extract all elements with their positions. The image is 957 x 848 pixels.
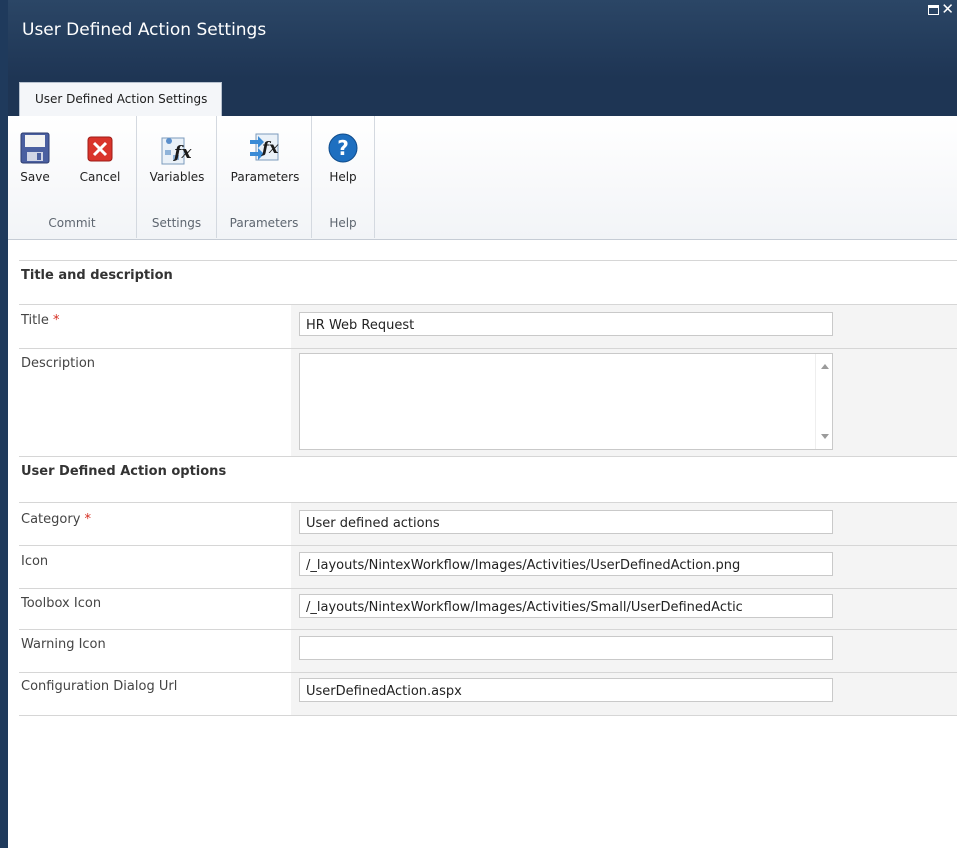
ribbon-group-label-help: Help <box>329 216 357 230</box>
save-button[interactable]: Save <box>16 130 54 184</box>
dialog-title: User Defined Action Settings <box>22 20 267 40</box>
ribbon: Save Cancel Commit fx Variables Settings… <box>8 116 957 240</box>
divider <box>19 715 957 716</box>
help-label: Help <box>329 170 357 184</box>
icon-label: Icon <box>21 554 49 569</box>
cancel-button[interactable]: Cancel <box>74 130 126 184</box>
ribbon-group-label-settings: Settings <box>151 216 202 230</box>
icon-input[interactable] <box>299 552 833 576</box>
section-title-description: Title and description <box>21 268 173 283</box>
section-title-options: User Defined Action options <box>21 464 227 479</box>
ribbon-group-settings: fx Variables Settings <box>137 116 217 238</box>
config-dialog-url-label: Configuration Dialog Url <box>21 679 178 694</box>
config-dialog-url-input[interactable] <box>299 678 833 702</box>
title-input[interactable] <box>299 312 833 336</box>
scroll-down-icon[interactable] <box>821 434 829 439</box>
ribbon-group-commit: Save Cancel Commit <box>8 116 137 238</box>
variables-button[interactable]: fx Variables <box>143 130 211 184</box>
close-icon[interactable]: ✕ <box>941 2 954 17</box>
ribbon-tab-bar: User Defined Action Settings <box>8 78 957 116</box>
variables-fx-icon: fx <box>160 130 194 166</box>
category-label: Category * <box>21 512 92 527</box>
scroll-up-icon[interactable] <box>821 364 829 369</box>
tab-user-defined-action-settings[interactable]: User Defined Action Settings <box>19 82 223 116</box>
description-label: Description <box>21 356 96 371</box>
dialog-titlebar: User Defined Action Settings <box>8 0 957 78</box>
window-left-border <box>0 0 8 848</box>
warning-icon-label: Warning Icon <box>21 637 106 652</box>
floppy-disk-icon <box>18 130 52 166</box>
ribbon-group-label-commit: Commit <box>48 216 96 230</box>
parameters-button[interactable]: fx Parameters <box>227 130 303 184</box>
save-label: Save <box>20 170 50 184</box>
category-input[interactable] <box>299 510 833 534</box>
title-label: Title * <box>21 313 60 328</box>
toolbox-icon-input[interactable] <box>299 594 833 618</box>
divider <box>19 456 957 457</box>
ribbon-group-label-parameters: Parameters <box>229 216 299 230</box>
svg-text:fx: fx <box>261 138 279 157</box>
parameters-fx-icon: fx <box>248 130 282 166</box>
help-question-icon: ? <box>326 130 360 166</box>
toolbox-icon-label: Toolbox Icon <box>21 596 102 611</box>
cancel-label: Cancel <box>79 170 121 184</box>
maximize-icon[interactable] <box>928 5 939 19</box>
help-button[interactable]: ? Help <box>322 130 364 184</box>
svg-text:fx: fx <box>173 143 192 163</box>
description-textarea[interactable] <box>299 353 833 450</box>
description-scrollbar[interactable] <box>815 354 832 449</box>
warning-icon-input[interactable] <box>299 636 833 660</box>
divider <box>19 260 957 261</box>
variables-label: Variables <box>149 170 205 184</box>
required-marker: * <box>53 313 60 328</box>
required-marker: * <box>84 512 92 527</box>
red-x-icon <box>83 130 117 166</box>
parameters-label: Parameters <box>230 170 300 184</box>
ribbon-group-parameters: fx Parameters Parameters <box>217 116 312 238</box>
ribbon-group-help: ? Help Help <box>312 116 375 238</box>
svg-text:?: ? <box>337 136 349 160</box>
